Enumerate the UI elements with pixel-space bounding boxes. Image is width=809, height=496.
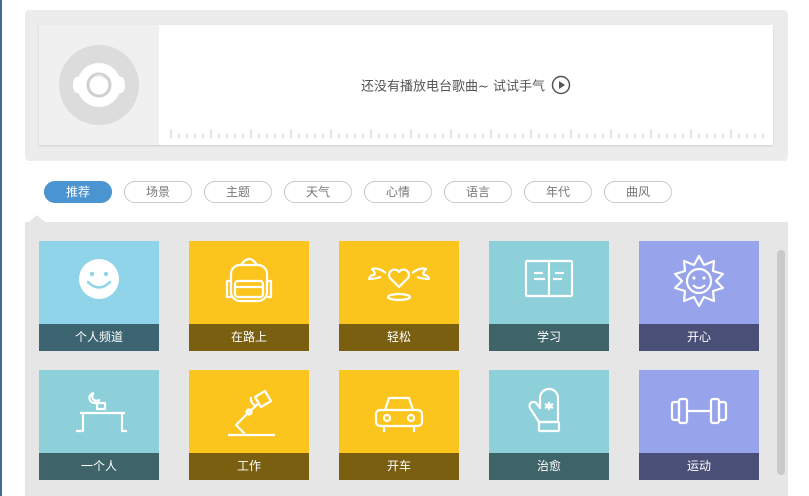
progress-ruler[interactable] [169, 129, 765, 139]
tile-label: 一个人 [39, 453, 159, 480]
station-tile[interactable]: 轻松 [339, 241, 459, 351]
active-tab-caret [29, 215, 45, 222]
tile-label: 开心 [639, 324, 759, 351]
empty-playlist-message: 还没有播放电台歌曲~ 试试手气 [159, 75, 773, 95]
tab-4[interactable]: 心情 [364, 181, 432, 203]
tab-1[interactable]: 场景 [124, 181, 192, 203]
tile-label: 工作 [189, 453, 309, 480]
player-card: 还没有播放电台歌曲~ 试试手气 [39, 25, 773, 145]
window-left-edge [0, 0, 2, 496]
tab-3[interactable]: 天气 [284, 181, 352, 203]
winged-heart-icon [367, 267, 431, 302]
station-tile[interactable]: 运动 [639, 370, 759, 480]
station-tile[interactable]: 开心 [639, 241, 759, 351]
tile-icon-area [339, 370, 459, 453]
player-panel: 还没有播放电台歌曲~ 试试手气 [25, 10, 788, 161]
tile-icon-area [339, 241, 459, 324]
mitten-icon [528, 387, 561, 433]
album-cover [39, 25, 159, 145]
tile-icon-area [489, 241, 609, 324]
open-book-icon [524, 259, 574, 298]
backpack-icon [225, 257, 273, 303]
station-tile[interactable]: 一个人 [39, 370, 159, 480]
station-tile[interactable]: 在路上 [189, 241, 309, 351]
tile-label: 轻松 [339, 324, 459, 351]
empty-message-text: 还没有播放电台歌曲~ 试试手气 [360, 79, 546, 95]
tab-6[interactable]: 年代 [524, 181, 592, 203]
tile-icon-area [639, 370, 759, 453]
tile-icon-area [39, 370, 159, 453]
smiley-icon [79, 259, 119, 299]
tile-icon-area [189, 370, 309, 453]
tile-label: 运动 [639, 453, 759, 480]
dumbbell-icon [670, 397, 728, 425]
car-icon [374, 396, 424, 432]
station-grid: 个人频道 在路上 轻松 学习 开心一个人 工作 开车 治愈 运动 [25, 222, 788, 496]
desk-moon-icon [76, 391, 127, 433]
tile-label: 在路上 [189, 324, 309, 351]
tile-label: 学习 [489, 324, 609, 351]
vinyl-disc-icon [73, 63, 125, 107]
tab-0[interactable]: 推荐 [44, 181, 112, 203]
sun-icon [673, 254, 725, 308]
tile-label: 开车 [339, 453, 459, 480]
station-tile[interactable]: 治愈 [489, 370, 609, 480]
tab-7[interactable]: 曲风 [604, 181, 672, 203]
tile-icon-area [639, 241, 759, 324]
tile-label: 治愈 [489, 453, 609, 480]
tile-icon-area [489, 370, 609, 453]
circle-play-icon[interactable] [551, 75, 571, 95]
station-tile[interactable]: 学习 [489, 241, 609, 351]
tab-5[interactable]: 语言 [444, 181, 512, 203]
station-tile[interactable]: 开车 [339, 370, 459, 480]
station-tile[interactable]: 工作 [189, 370, 309, 480]
tile-icon-area [39, 241, 159, 324]
tile-label: 个人频道 [39, 324, 159, 351]
tab-2[interactable]: 主题 [204, 181, 272, 203]
tile-icon-area [189, 241, 309, 324]
desk-lamp-icon [228, 389, 275, 437]
scrollbar[interactable] [777, 250, 785, 475]
station-tile[interactable]: 个人频道 [39, 241, 159, 351]
